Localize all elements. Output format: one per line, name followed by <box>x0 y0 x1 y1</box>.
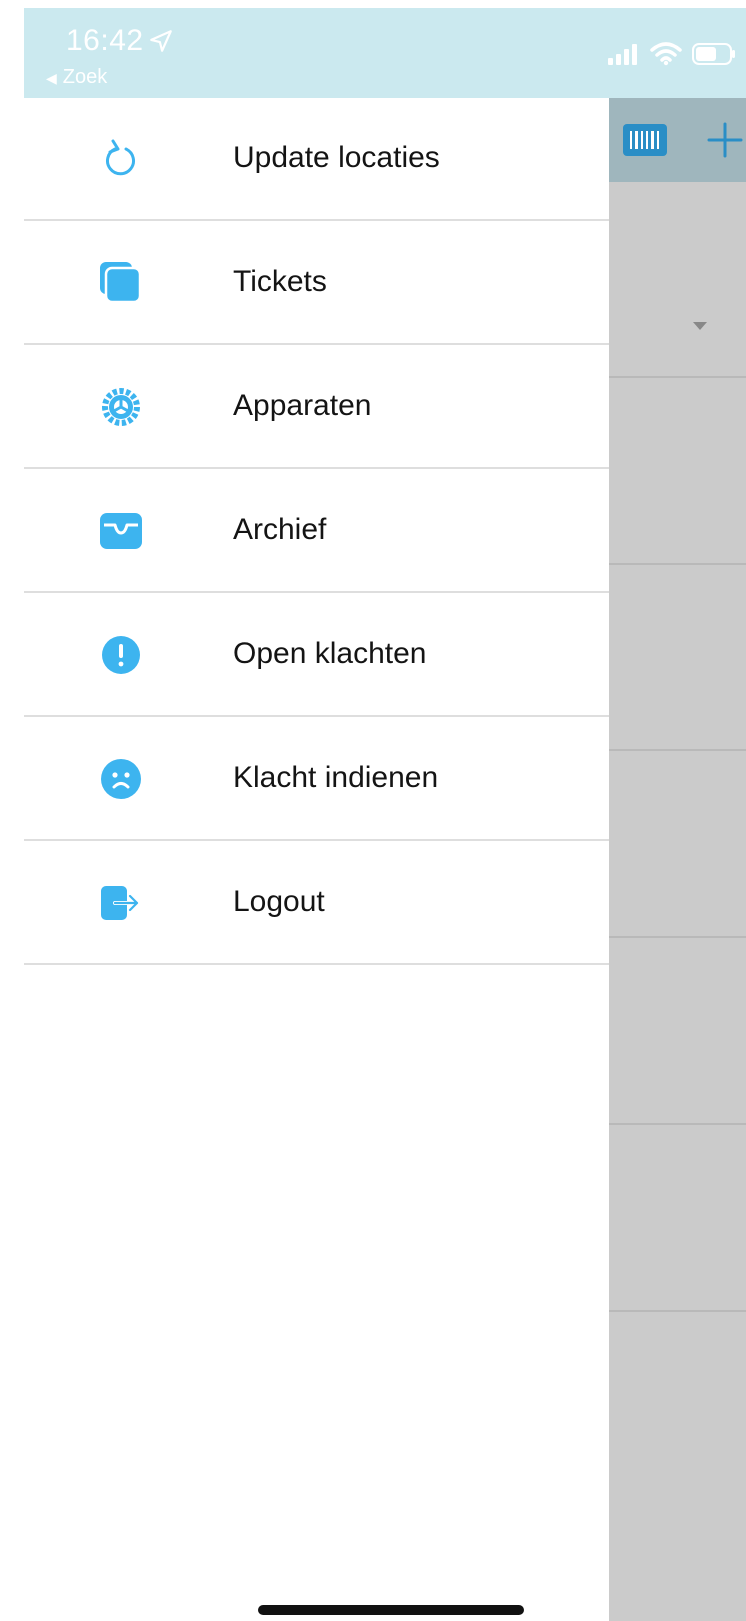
wifi-icon <box>650 42 682 66</box>
logout-icon <box>100 882 142 924</box>
gear-icon <box>100 386 142 428</box>
menu-item-logout[interactable]: Logout <box>24 842 609 965</box>
back-to-app-link[interactable]: ◀ Zoek <box>46 66 107 89</box>
plus-icon[interactable] <box>707 122 743 158</box>
phone-screen: 16:42 ◀ Zoek Update locaties Tickets App… <box>24 8 746 1621</box>
background-divider <box>609 749 746 751</box>
menu-item-archief[interactable]: Archief <box>24 470 609 593</box>
exclamation-circle-icon <box>100 634 142 676</box>
background-divider <box>609 936 746 938</box>
back-label: Zoek <box>62 66 108 88</box>
menu-item-label: Open klachten <box>233 637 427 670</box>
barcode-icon[interactable] <box>623 124 667 156</box>
status-indicators <box>608 42 736 66</box>
menu-item-apparaten[interactable]: Apparaten <box>24 346 609 469</box>
location-arrow-icon <box>150 30 172 52</box>
tickets-icon <box>100 262 142 304</box>
menu-item-label: Update locaties <box>233 141 440 174</box>
side-drawer-menu: Update locaties Tickets Apparaten Archie… <box>24 98 609 1621</box>
signal-icon <box>608 44 637 65</box>
menu-item-open-klachten[interactable]: Open klachten <box>24 594 609 717</box>
status-bar: 16:42 ◀ Zoek <box>24 8 746 98</box>
back-triangle-icon: ◀ <box>46 70 57 86</box>
menu-item-label: Logout <box>233 885 325 918</box>
home-indicator[interactable] <box>258 1605 524 1615</box>
menu-item-label: Tickets <box>233 265 327 298</box>
menu-item-label: Klacht indienen <box>233 761 439 794</box>
battery-icon <box>692 43 735 65</box>
background-toolbar <box>609 98 746 182</box>
menu-item-label: Apparaten <box>233 389 372 422</box>
background-divider <box>609 1310 746 1312</box>
background-divider <box>609 563 746 565</box>
menu-item-tickets[interactable]: Tickets <box>24 222 609 345</box>
sad-face-icon <box>100 758 142 800</box>
dropdown-arrow-icon[interactable] <box>693 322 707 330</box>
status-time: 16:42 <box>66 24 144 57</box>
refresh-icon <box>100 138 142 180</box>
archive-tray-icon <box>100 510 142 552</box>
background-divider <box>609 376 746 378</box>
menu-item-update-locaties[interactable]: Update locaties <box>24 98 609 221</box>
menu-item-label: Archief <box>233 513 327 546</box>
background-app[interactable] <box>609 98 746 1621</box>
menu-item-klacht-indienen[interactable]: Klacht indienen <box>24 718 609 841</box>
background-divider <box>609 1123 746 1125</box>
